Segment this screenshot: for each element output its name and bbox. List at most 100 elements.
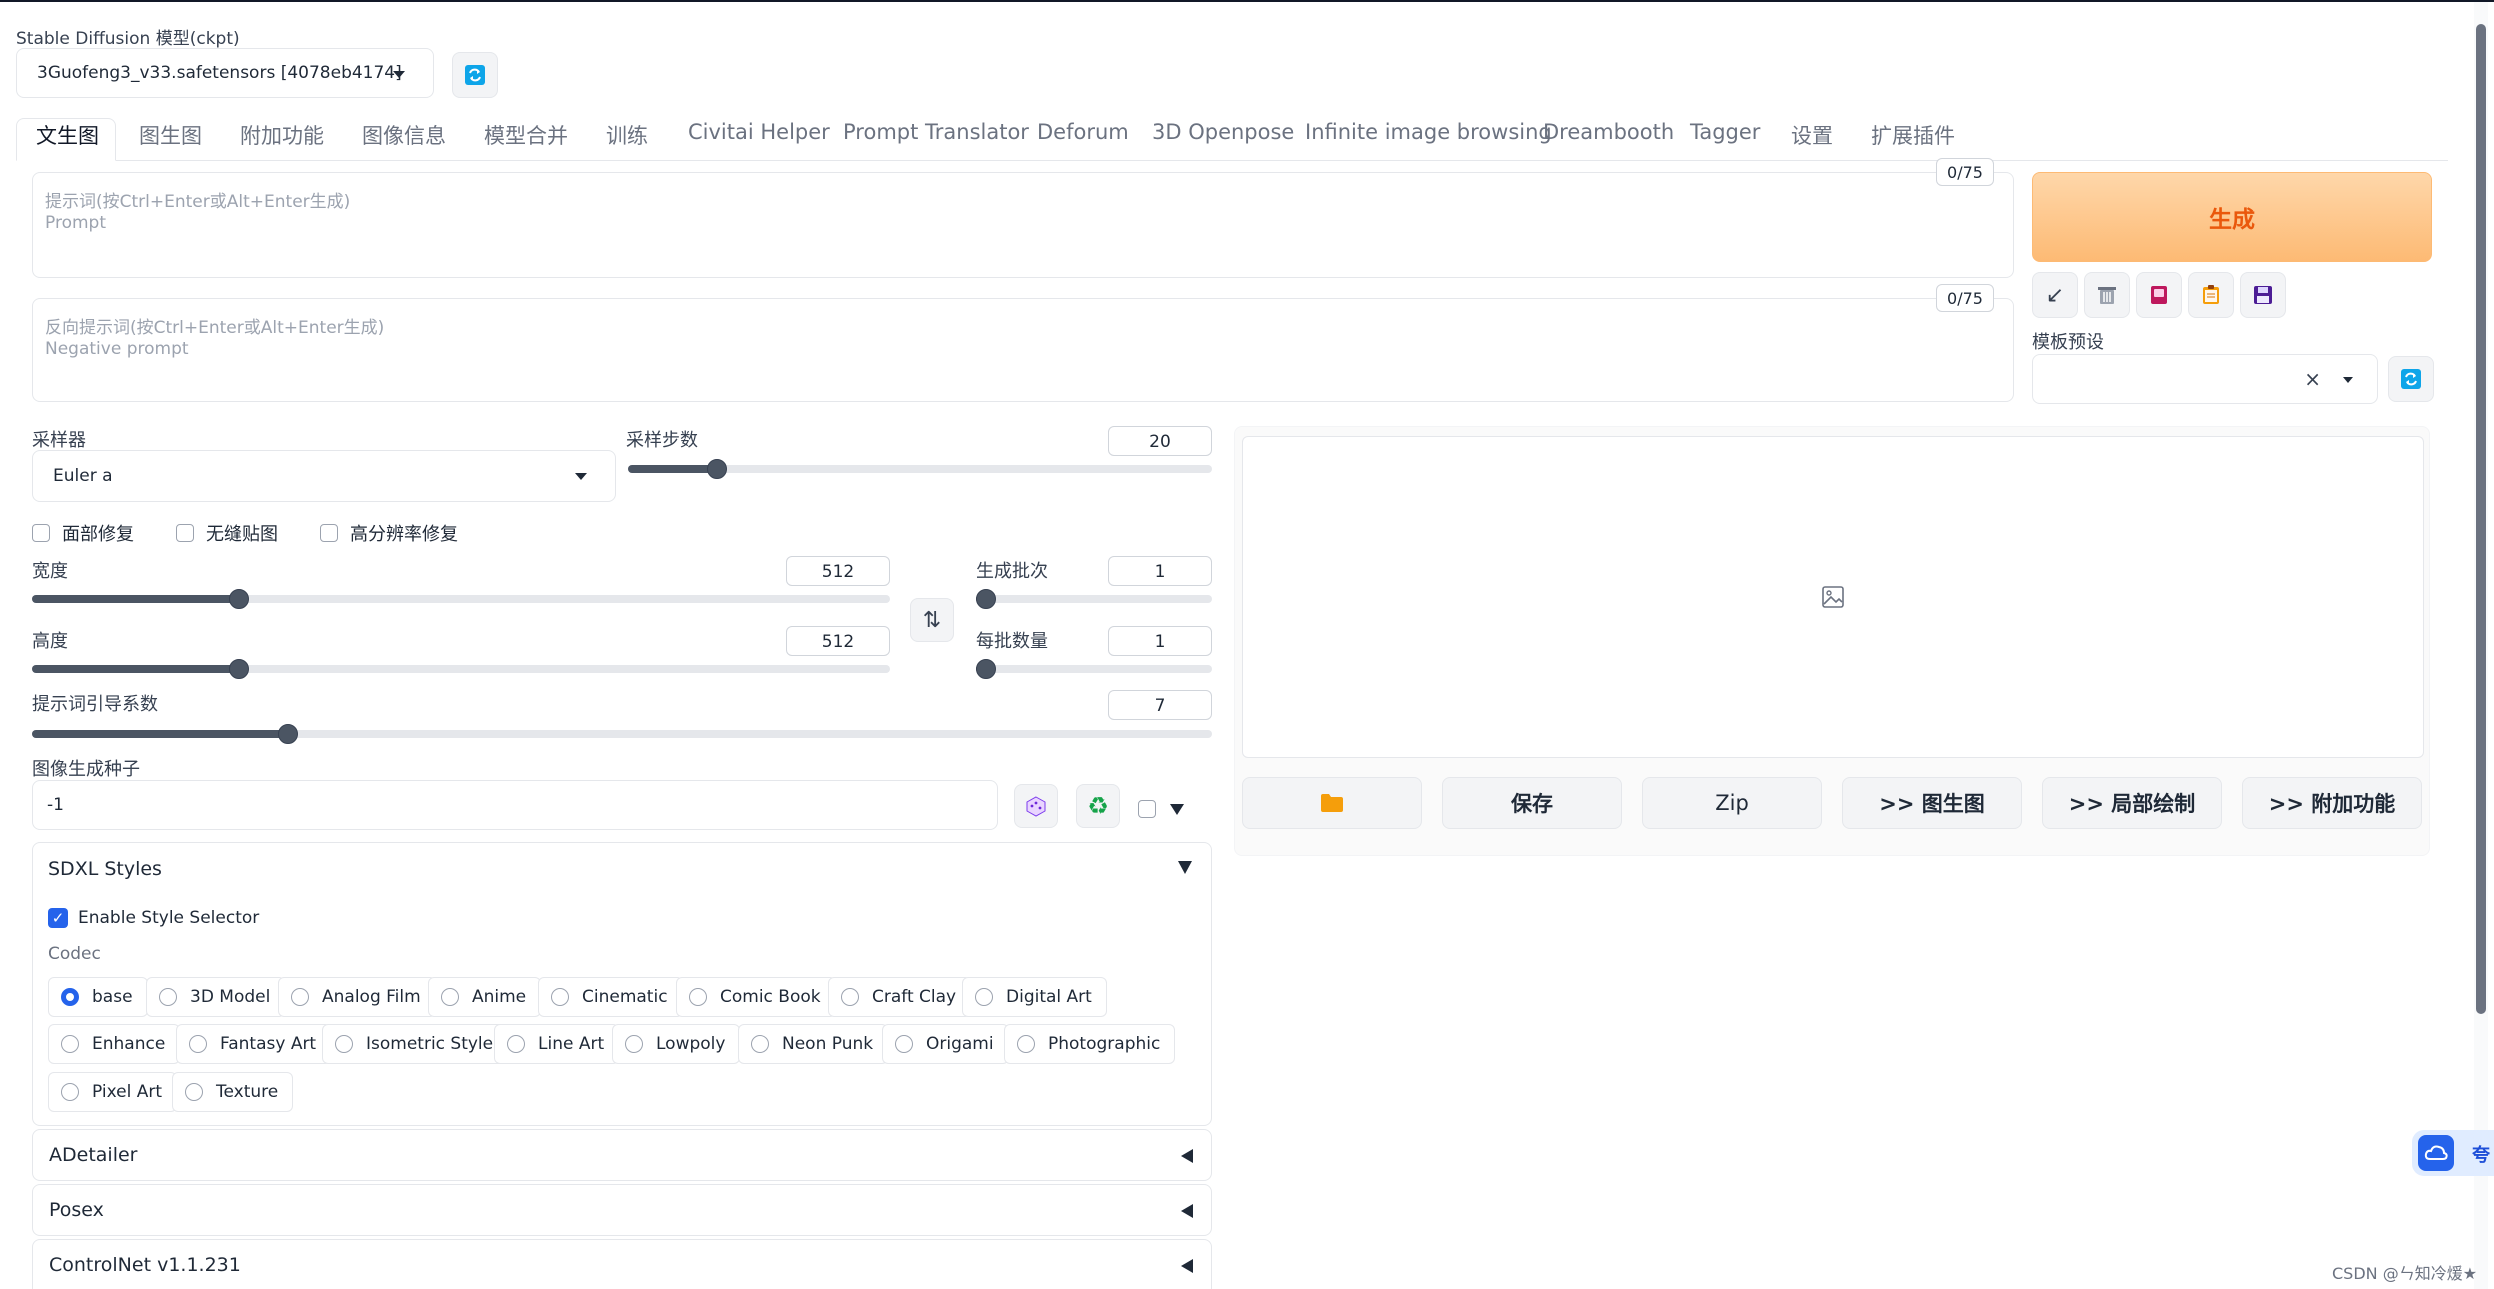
- hires-fix-option[interactable]: 高分辨率修复: [320, 520, 458, 546]
- hires-fix-checkbox[interactable]: [320, 524, 338, 542]
- prompt-input[interactable]: 提示词(按Ctrl+Enter或Alt+Enter生成) Prompt: [32, 172, 2014, 278]
- swap-dimensions-button[interactable]: ⇅: [910, 598, 954, 642]
- style-radio-analog-film[interactable]: Analog Film: [278, 977, 436, 1017]
- style-radio-comic-book[interactable]: Comic Book: [676, 977, 836, 1017]
- tab-extensions[interactable]: 扩展插件: [1871, 120, 1955, 150]
- model-select-value: 3Guofeng3_v33.safetensors [4078eb4174]: [37, 63, 402, 83]
- zip-button[interactable]: Zip: [1642, 777, 1822, 829]
- seed-input[interactable]: -1: [32, 780, 998, 830]
- read-params-button[interactable]: ↙: [2032, 272, 2078, 318]
- clear-icon[interactable]: ×: [2304, 367, 2321, 391]
- sampler-select-value: Euler a: [53, 466, 113, 486]
- steps-input[interactable]: 20: [1108, 426, 1212, 456]
- tab-civitai-helper[interactable]: Civitai Helper: [688, 120, 830, 144]
- style-radio-3d-model[interactable]: 3D Model: [146, 977, 286, 1017]
- tab-checkpoint-merger[interactable]: 模型合并: [484, 120, 568, 150]
- tab-txt2img[interactable]: 文生图: [36, 120, 99, 150]
- style-radio-pixel-art[interactable]: Pixel Art: [48, 1072, 178, 1112]
- width-slider[interactable]: [32, 589, 890, 609]
- extra-networks-button[interactable]: [2136, 272, 2182, 318]
- tab-infinite-image-browsing[interactable]: Infinite image browsing: [1305, 120, 1552, 144]
- style-radio-anime[interactable]: Anime: [428, 977, 542, 1017]
- cfg-input[interactable]: 7: [1108, 690, 1212, 720]
- arrow-down-left-icon: ↙: [2045, 282, 2065, 308]
- codec-label: Codec: [48, 944, 101, 964]
- save-style-button[interactable]: [2240, 272, 2286, 318]
- style-radio-cinematic[interactable]: Cinematic: [538, 977, 683, 1017]
- send-to-img2img-button[interactable]: >> 图生图: [1842, 777, 2022, 829]
- output-gallery[interactable]: [1242, 436, 2424, 758]
- tab-prompt-translator[interactable]: Prompt Translator: [843, 120, 1029, 144]
- expand-triangle-icon: [1181, 1204, 1193, 1218]
- style-radio-texture[interactable]: Texture: [172, 1072, 294, 1112]
- tab-extras[interactable]: 附加功能: [240, 120, 324, 150]
- sampler-select[interactable]: Euler a: [32, 450, 616, 502]
- style-radio-fantasy-art[interactable]: Fantasy Art: [176, 1024, 332, 1064]
- face-restore-checkbox[interactable]: [32, 524, 50, 542]
- preset-select[interactable]: ×: [2032, 354, 2378, 404]
- style-radio-isometric-style[interactable]: Isometric Style: [322, 1024, 509, 1064]
- tab-png-info[interactable]: 图像信息: [362, 120, 446, 150]
- batch-count-input[interactable]: 1: [1108, 556, 1212, 586]
- enable-style-option[interactable]: ✓ Enable Style Selector: [48, 908, 259, 928]
- generate-button[interactable]: 生成: [2032, 172, 2432, 262]
- batch-count-slider[interactable]: [976, 589, 1212, 609]
- enable-style-checkbox[interactable]: ✓: [48, 908, 68, 928]
- dice-icon: [1026, 796, 1046, 817]
- batch-size-slider[interactable]: [976, 659, 1212, 679]
- open-folder-button[interactable]: [1242, 777, 1422, 829]
- style-radio-craft-clay[interactable]: Craft Clay: [828, 977, 972, 1017]
- tab-tagger[interactable]: Tagger: [1690, 120, 1760, 144]
- tab-img2img[interactable]: 图生图: [139, 120, 202, 150]
- extra-seed-toggle-icon[interactable]: [1170, 804, 1184, 815]
- steps-label: 采样步数: [626, 430, 698, 451]
- style-radio-origami[interactable]: Origami: [882, 1024, 1009, 1064]
- style-radio-line-art[interactable]: Line Art: [494, 1024, 620, 1064]
- scrollbar-thumb[interactable]: [2476, 24, 2486, 1014]
- send-to-extras-button[interactable]: >> 附加功能: [2242, 777, 2422, 829]
- adetailer-accordion[interactable]: ADetailer: [32, 1129, 1212, 1181]
- apply-style-button[interactable]: [2188, 272, 2234, 318]
- negative-prompt-input[interactable]: 反向提示词(按Ctrl+Enter或Alt+Enter生成) Negative …: [32, 298, 2014, 402]
- height-input[interactable]: 512: [786, 626, 890, 656]
- style-radio-lowpoly[interactable]: Lowpoly: [612, 1024, 741, 1064]
- tab-deforum[interactable]: Deforum: [1037, 120, 1129, 144]
- height-slider[interactable]: [32, 659, 890, 679]
- cfg-slider[interactable]: [32, 724, 1212, 744]
- refresh-icon: [465, 65, 485, 85]
- style-radio-digital-art[interactable]: Digital Art: [962, 977, 1107, 1017]
- prompt-token-counter: 0/75: [1936, 158, 1994, 186]
- floating-cloud-widget[interactable]: 夸: [2412, 1130, 2494, 1176]
- scrollbar[interactable]: [2474, 2, 2488, 1289]
- style-radio-enhance[interactable]: Enhance: [48, 1024, 181, 1064]
- controlnet-accordion[interactable]: ControlNet v1.1.231: [32, 1239, 1212, 1289]
- collapse-triangle-icon[interactable]: [1178, 861, 1192, 874]
- clear-prompt-button[interactable]: [2084, 272, 2130, 318]
- tiling-option[interactable]: 无缝贴图: [176, 520, 278, 546]
- model-select[interactable]: 3Guofeng3_v33.safetensors [4078eb4174]: [16, 48, 434, 98]
- tab-3d-openpose[interactable]: 3D Openpose: [1152, 120, 1294, 144]
- style-radio-base[interactable]: base: [48, 977, 148, 1017]
- negative-prompt-placeholder-en: Negative prompt: [45, 339, 189, 359]
- radio-icon: [441, 988, 459, 1006]
- refresh-model-button[interactable]: [452, 52, 498, 98]
- tiling-checkbox[interactable]: [176, 524, 194, 542]
- sdxl-styles-title[interactable]: SDXL Styles: [48, 858, 162, 880]
- face-restore-option[interactable]: 面部修复: [32, 520, 134, 546]
- style-radio-photographic[interactable]: Photographic: [1004, 1024, 1176, 1064]
- posex-accordion[interactable]: Posex: [32, 1184, 1212, 1236]
- tab-train[interactable]: 训练: [606, 120, 648, 150]
- steps-slider[interactable]: [628, 459, 1212, 479]
- random-seed-button[interactable]: [1014, 784, 1058, 828]
- batch-size-input[interactable]: 1: [1108, 626, 1212, 656]
- width-input[interactable]: 512: [786, 556, 890, 586]
- style-radio-neon-punk[interactable]: Neon Punk: [738, 1024, 889, 1064]
- save-button[interactable]: 保存: [1442, 777, 1622, 829]
- tab-settings[interactable]: 设置: [1791, 120, 1833, 150]
- tab-dreambooth[interactable]: Dreambooth: [1543, 120, 1674, 144]
- refresh-preset-button[interactable]: [2388, 356, 2434, 402]
- reuse-seed-button[interactable]: ♻: [1076, 784, 1120, 828]
- chevron-down-icon: [393, 71, 405, 78]
- send-to-inpaint-button[interactable]: >> 局部绘制: [2042, 777, 2222, 829]
- extra-seed-checkbox[interactable]: [1138, 800, 1156, 818]
